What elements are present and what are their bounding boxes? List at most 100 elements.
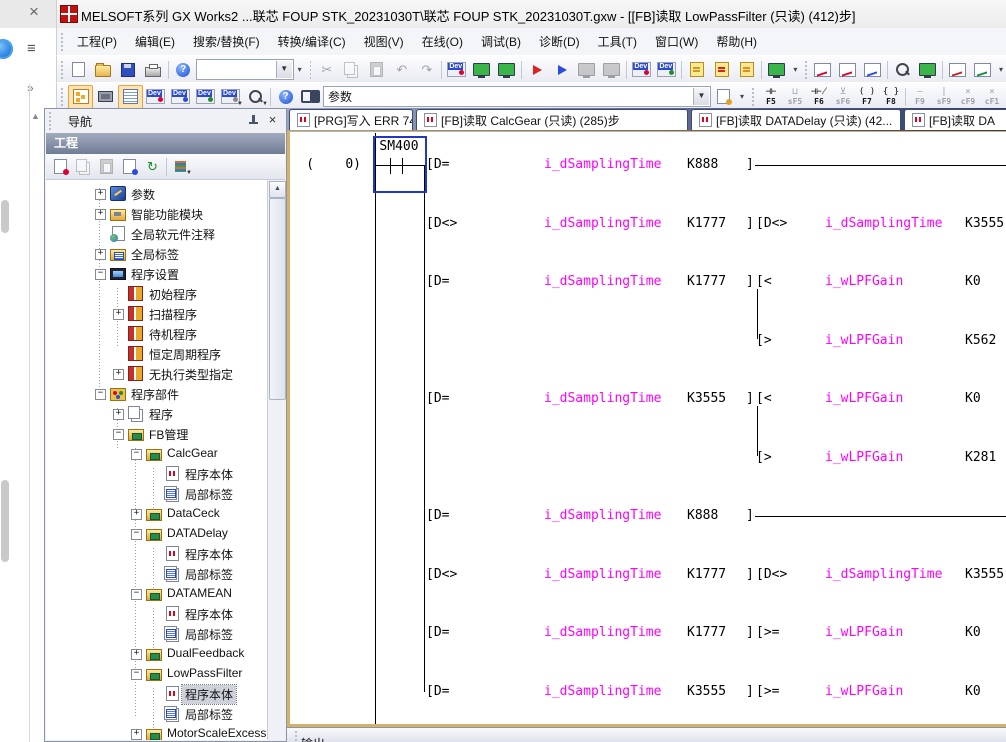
help2-button[interactable]: ? [273,85,298,109]
toolbar-overflow-1[interactable]: ▾ [294,59,306,81]
tree-item-label[interactable]: 智能功能模块 [128,205,206,224]
tree-item-label[interactable]: 程序 [146,405,176,424]
monitor-write-mode-button[interactable] [494,58,519,82]
document-tab-3[interactable]: [FB]读取 DATADelay (只读) (42... [691,109,901,130]
instruction-opcode[interactable]: [D<> [756,567,787,583]
operand-constant[interactable]: K0 [965,391,981,407]
instruction-opcode[interactable]: [D= [426,391,449,407]
instruction-opcode[interactable]: [> [756,333,772,349]
menu-item-o[interactable]: 在线(O) [413,30,472,53]
collapse-icon[interactable]: − [131,669,142,680]
tree-item-[interactable]: 程序本体 [46,464,270,484]
toolbar-overflow-3[interactable]: ▾ [995,59,1006,81]
instruction-opcode[interactable]: [D<> [426,567,457,583]
tree-item-[interactable]: 程序本体 [46,544,270,564]
device-comment-button[interactable] [684,58,709,82]
tree-item-[interactable]: +程序 [46,404,270,424]
module-configuration-button[interactable] [93,85,118,109]
operand-label[interactable]: i_wLPFGain [825,450,903,466]
tree-item-dataceck[interactable]: +DataCeck [46,504,270,524]
tree-item-lowpassfilter[interactable]: − LowPassFilter [46,664,270,684]
tree-item-[interactable]: − 程序部件 [46,384,270,404]
tree-item-label[interactable]: 程序部件 [128,385,182,404]
device-test-button[interactable] [654,58,679,82]
instruction-opcode[interactable]: [D<> [756,216,787,232]
device-search-button-dropdown-icon[interactable]: ▼ [262,101,268,107]
collapse-icon[interactable]: − [95,389,106,400]
new-project-button[interactable] [66,58,91,82]
trace-start-button[interactable] [835,58,860,82]
trace-pulse-button[interactable] [860,58,885,82]
tree-item-label[interactable]: 全局标签 [128,245,182,264]
expand-icon[interactable]: + [131,649,142,660]
ladder-symbol-button-cf1[interactable]: ×cF1 [980,85,1004,109]
device-memory-button[interactable] [168,85,193,109]
document-tab-2[interactable]: [FB]读取 CalcGear (只读) (285)步 [416,109,688,130]
close-icon[interactable]: × [24,2,44,22]
instruction-opcode[interactable]: [D= [426,157,449,173]
operand-label[interactable]: i_wLPFGain [825,625,903,641]
tree-item-label[interactable]: LowPassFilter [164,665,245,681]
menu-item-v[interactable]: 视图(V) [355,30,413,53]
trace-setting-button[interactable] [810,58,835,82]
refresh-button[interactable]: ↻ [141,156,164,178]
expand-icon[interactable]: + [131,509,142,520]
tree-item-label[interactable]: 参数 [128,185,158,204]
tree-item-label[interactable]: DATAMEAN [164,585,235,601]
nav-paste-button[interactable] [95,156,118,178]
device-batch-button[interactable] [193,85,218,109]
data-property-button[interactable] [118,156,141,178]
remote-operation-button[interactable] [599,58,624,82]
tree-item-dualfeedback[interactable]: + DualFeedback [46,644,270,664]
open-project-button[interactable] [91,58,116,82]
ladder-symbol-button-sf9[interactable]: |sF9 [932,85,956,109]
tree-scroll-thumb[interactable] [269,198,286,400]
tree-item-[interactable]: −程序设置 [46,264,270,284]
toolbar-overflow-2[interactable]: ▾ [789,59,801,81]
collapse-icon[interactable]: − [131,589,142,600]
operand-constant[interactable]: K1777 [687,274,726,290]
tree-item-label[interactable]: 局部标签 [182,705,236,724]
tree-item-[interactable]: +参数 [46,184,270,204]
operand-label[interactable]: i_dSamplingTime [825,567,942,583]
window-select-combo[interactable]: ▼ [196,59,294,80]
tree-item-label[interactable]: 局部标签 [182,485,236,504]
operand-constant[interactable]: K562 [965,333,996,349]
instruction-opcode[interactable]: [D= [426,684,449,700]
expand-icon[interactable]: + [131,729,142,740]
tree-item-motorscaleexcessivee[interactable]: +MotorScaleExcessiveE [46,724,270,740]
tree-item-[interactable]: 局部标签 [46,704,270,724]
list-view-button[interactable] [118,85,143,109]
operand-label[interactable]: i_dSamplingTime [544,567,661,583]
cut-button[interactable]: ✂ [314,58,339,82]
operand-label[interactable]: i_dSamplingTime [544,508,661,524]
collapse-icon[interactable]: − [131,529,142,540]
instruction-opcode[interactable]: [>= [756,625,779,641]
menu-item-h[interactable]: 帮助(H) [707,30,766,53]
ladder-symbol-button-f6[interactable]: ⊣⊬F6 [807,85,831,109]
tree-item-[interactable]: 程序本体 [46,604,270,624]
operand-constant[interactable]: K888 [687,508,718,524]
monitor-start-button[interactable] [915,58,940,82]
operand-label[interactable]: i_dSamplingTime [544,625,661,641]
tree-item-label[interactable]: 初始程序 [146,285,200,304]
menu-item-d[interactable]: 诊断(D) [530,30,589,53]
scroll-up-icon[interactable]: ▲ [31,110,43,122]
instruction-opcode[interactable]: [D= [426,625,449,641]
tree-item-label[interactable]: DualFeedback [164,645,247,661]
document-tab-1[interactable]: [PRG]写入 ERR 7485步 [289,109,413,130]
scroll-thumb[interactable] [1,480,9,562]
transfer-setup-button[interactable] [764,58,789,82]
ladder-symbol-button-f5[interactable]: ⊣⊢F5 [759,85,783,109]
tree-item-label[interactable]: 局部标签 [182,565,236,584]
ladder-symbol-button-cf9[interactable]: ×cF9 [956,85,980,109]
tree-item-label[interactable]: 恒定周期程序 [146,345,224,364]
instruction-opcode[interactable]: [>= [756,684,779,700]
monitor-mode-button[interactable] [469,58,494,82]
statement-button[interactable] [709,58,734,82]
operand-constant[interactable]: K0 [965,684,981,700]
save-project-button[interactable] [116,58,141,82]
tree-item-datadelay[interactable]: −DATADelay [46,524,270,544]
sort-button-dropdown-icon[interactable]: ▼ [186,170,192,176]
tree-item-[interactable]: +扫描程序 [46,304,270,324]
